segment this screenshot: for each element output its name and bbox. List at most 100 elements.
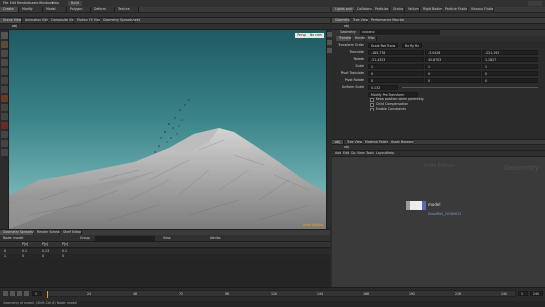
pivot-translate-y-field[interactable]: 0 — [425, 71, 481, 76]
view-tool-icon[interactable] — [1, 86, 8, 93]
keep-position-checkbox[interactable] — [370, 98, 374, 102]
build-mode-dropdown[interactable]: Build — [68, 1, 83, 7]
flipbook-tool-icon[interactable] — [1, 149, 8, 156]
tab-geometry-params[interactable]: Geometry — [332, 18, 351, 23]
paint-tool-icon[interactable] — [1, 104, 8, 111]
tab-geometry-spreadsheet[interactable]: Geometry Spreadsheet — [100, 18, 140, 23]
node-flag-right[interactable] — [422, 201, 426, 210]
tab-motion-fx-view[interactable]: Motion FX View — [74, 18, 101, 23]
play-forward-button[interactable] — [24, 291, 29, 296]
stop-button[interactable] — [17, 291, 22, 296]
rotate-order-dropdown[interactable]: Rx Ry Rz — [402, 43, 422, 48]
rotate-z-field[interactable]: 1.1827 — [482, 57, 538, 62]
shelf-tab-particle-fluids[interactable]: Particle Fluids — [442, 7, 468, 12]
network-menu-edit[interactable]: Edit — [343, 151, 349, 155]
shelf-tab-polygon[interactable]: Polygon — [67, 7, 91, 12]
col-header[interactable]: P[y] — [42, 242, 48, 247]
col-header[interactable]: P[z] — [62, 242, 68, 247]
tab-network-tree-view[interactable]: Tree View — [344, 140, 362, 144]
pivot-rotate-z-field[interactable]: 0 — [482, 78, 538, 83]
pivot-translate-x-field[interactable]: 0 — [368, 71, 424, 76]
network-menu-layout[interactable]: Layout — [376, 151, 387, 155]
handle-tool-icon[interactable] — [1, 68, 8, 75]
table-row[interactable]: 1 0 0 0 — [0, 254, 330, 259]
uniform-scale-field[interactable]: 0.132 — [368, 85, 398, 90]
play-back-button[interactable] — [3, 291, 8, 296]
rotate-x-field[interactable]: -21.4323 — [368, 57, 424, 62]
pivot-rotate-x-field[interactable]: 0 — [368, 78, 424, 83]
shelf-tab-vellum[interactable]: Vellum — [405, 7, 420, 12]
playhead[interactable] — [47, 291, 48, 298]
shelf-tab-modify[interactable]: Modify — [19, 7, 43, 12]
pivot-translate-z-field[interactable]: 0 — [482, 71, 538, 76]
rotate-y-field[interactable]: 45.8703 — [425, 57, 481, 62]
move-tool-icon[interactable] — [1, 41, 8, 48]
pose-tool-icon[interactable] — [1, 77, 8, 84]
uniform-scale-slider[interactable] — [402, 87, 538, 88]
viewport-view-button[interactable]: No cam — [307, 33, 324, 39]
network-menu-help[interactable]: Help — [387, 151, 394, 155]
tab-material-palette[interactable]: Material Palette — [362, 140, 390, 144]
snap-tool-icon[interactable] — [1, 113, 8, 120]
camera-tool-icon[interactable] — [1, 140, 8, 147]
node-model[interactable] — [406, 201, 426, 210]
shelf-tab-lights[interactable]: Lights and C... — [332, 7, 358, 12]
col-header[interactable]: P[x] — [22, 242, 28, 247]
scale-z-field[interactable]: 1 — [482, 64, 538, 69]
transform-order-dropdown[interactable]: Scale Rot Trans — [368, 43, 398, 48]
tab-animation-editor[interactable]: Animation Editor — [22, 18, 52, 23]
shelf-tab-texture[interactable]: Texture — [115, 7, 139, 12]
tab-tree-view[interactable]: Tree View — [350, 18, 368, 23]
menu-file[interactable]: File — [3, 1, 8, 5]
window-controls[interactable] — [528, 1, 542, 6]
scale-x-field[interactable]: 1 — [368, 64, 424, 69]
end-frame-field[interactable]: 240 — [530, 291, 543, 296]
node-flag-left[interactable] — [406, 201, 410, 210]
tab-composite-view[interactable]: Composite View — [48, 18, 77, 23]
rotate-tool-icon[interactable] — [1, 50, 8, 57]
timeline-ruler[interactable]: 24 48 72 96 120 144 168 192 216 240 — [46, 290, 516, 298]
shelf-tab-model[interactable]: Model — [43, 7, 67, 12]
light-tool-icon[interactable] — [1, 131, 8, 138]
node-name-field[interactable]: volcano — [360, 30, 440, 35]
menu-assets[interactable]: Assets — [28, 1, 38, 5]
measure-tool-icon[interactable] — [1, 122, 8, 129]
translate-y-field[interactable]: -3.0426 — [425, 50, 481, 55]
tab-asset-browser[interactable]: Asset Browser — [388, 140, 414, 144]
current-frame-field[interactable]: 1 — [32, 291, 42, 296]
start-frame-field[interactable]: 1 — [518, 291, 528, 296]
pivot-rotate-y-field[interactable]: 0 — [425, 78, 481, 83]
param-path[interactable]: obj — [344, 24, 349, 28]
shelf-tab-particles[interactable]: Particles — [372, 7, 390, 12]
select-tool-icon[interactable] — [1, 32, 8, 39]
network-menu-go[interactable]: Go — [351, 151, 355, 155]
network-path[interactable]: obj — [344, 145, 349, 149]
group-field[interactable] — [95, 236, 155, 241]
shelf-tab-viscous-fluids[interactable]: Viscous Fluids — [468, 7, 494, 12]
network-menu-view[interactable]: View — [357, 151, 365, 155]
translate-z-field[interactable]: -221.192 — [482, 50, 538, 55]
tab-performance-monitor[interactable]: Performance Monitor — [368, 18, 404, 23]
shelf-tab-create[interactable]: Create — [0, 7, 19, 12]
tab-scene-view[interactable]: Scene View — [0, 18, 22, 23]
play-button[interactable] — [10, 291, 15, 296]
translate-x-field[interactable]: -185.778 — [368, 50, 424, 55]
network-menu-tools[interactable]: Tools — [366, 151, 374, 155]
network-canvas[interactable]: Geometry Indie Edition model ShowMe2_201… — [332, 157, 545, 287]
brush-tool-icon[interactable] — [1, 95, 8, 102]
shelf-tab-grains[interactable]: Grains — [390, 7, 405, 12]
shelf-tab-rigid-bodies[interactable]: Rigid Bodies — [420, 7, 443, 12]
shelf-tab-collisions[interactable]: Collisions — [354, 7, 372, 12]
menu-edit[interactable]: Edit — [10, 1, 16, 5]
viewport-3d[interactable]: Persp No cam Indie Edition — [9, 30, 326, 229]
tab-network-obj[interactable]: obj — [332, 140, 344, 144]
child-compensation-checkbox[interactable] — [370, 103, 374, 107]
network-menu-add[interactable]: Add — [335, 151, 341, 155]
menu-help[interactable]: Help — [52, 1, 59, 5]
scale-tool-icon[interactable] — [1, 59, 8, 66]
scale-y-field[interactable]: 1 — [425, 64, 481, 69]
shelf-tab-deform[interactable]: Deform — [91, 7, 115, 12]
menu-render[interactable]: Render — [17, 1, 28, 5]
viewport-camera-button[interactable]: Persp — [295, 33, 308, 39]
viewport-path[interactable]: obj — [12, 24, 17, 28]
